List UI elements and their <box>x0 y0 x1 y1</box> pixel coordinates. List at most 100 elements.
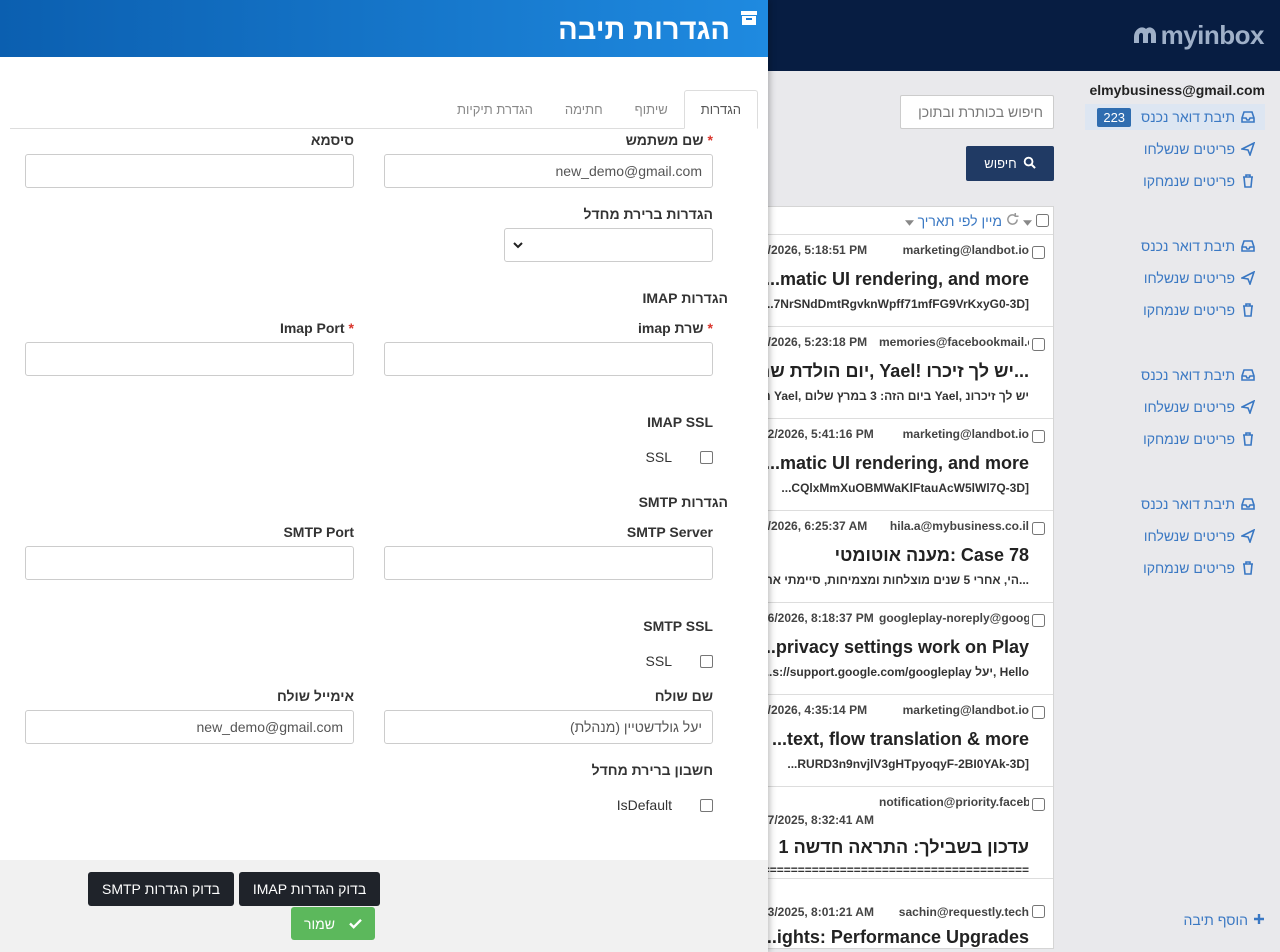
logo-icon <box>1133 27 1156 43</box>
message-preview: הי, אחרי 5 שנים מוצלחות ומצמיחות, סיימתי… <box>760 573 1029 587</box>
message-date: 13/2025, 8:01:21 AM <box>761 905 874 919</box>
message-preview: ...RURD3n9nvjlV3gHTpyoqyF-2BI0YAk-3D] <box>787 757 1029 771</box>
imap-section-title: הגדרות IMAP <box>642 290 728 306</box>
message-row[interactable]: hila.a@mybusiness.co.il 4/2026, 6:25:37 … <box>761 511 1053 603</box>
message-row[interactable]: marketing@landbot.io 12/2026, 5:41:16 PM… <box>761 419 1053 511</box>
folder-label: פריטים שנשלחו <box>1143 141 1235 157</box>
message-from: sachin@requestly.tech <box>898 905 1029 919</box>
search-input[interactable]: חיפוש בכותרת ובתוכן <box>900 95 1054 129</box>
sender-name-input[interactable]: יעל גולדשטיין (מנהלת) <box>384 710 713 744</box>
folder-label: פריטים שנמחקו <box>1143 173 1235 189</box>
test-smtp-button[interactable]: בדוק הגדרות SMTP <box>88 872 234 906</box>
tab-settings[interactable]: הגדרות <box>683 90 758 129</box>
folder-sent-1[interactable]: פריטים שנשלחו <box>1085 136 1265 162</box>
message-subject: מענה אוטומטי: Case 78 <box>834 545 1029 565</box>
smtp-port-input[interactable] <box>25 546 354 580</box>
folder-label: תיבת דואר נכנס <box>1141 496 1235 512</box>
search-button[interactable]: חיפוש <box>966 146 1054 181</box>
account-email: elmybusiness@gmail.com <box>1089 82 1266 98</box>
send-icon <box>1241 271 1255 285</box>
sort-by-date[interactable]: מיין לפי תאריך <box>918 213 1002 229</box>
folder-sent-3[interactable]: פריטים שנשלחו <box>1085 394 1265 420</box>
tab-folder-settings[interactable]: הגדרת תיקיות <box>441 90 549 129</box>
send-icon <box>1241 529 1255 543</box>
message-checkbox[interactable] <box>1032 246 1045 259</box>
message-row[interactable]: googleplay-noreply@google.com 26/2026, 8… <box>761 603 1053 695</box>
message-list: מיין לפי תאריך marketing@landbot.io 5/20… <box>760 206 1054 949</box>
search-button-label: חיפוש <box>984 156 1017 171</box>
message-subject: ...text, flow translation & more <box>771 729 1029 749</box>
app-logo[interactable]: myinbox <box>1132 18 1265 52</box>
message-preview: היי Yael, ביום הזה: 3 במרץ שלום Yael, יש… <box>761 389 1029 403</box>
message-row[interactable]: memories@facebookmail.com 2/2026, 5:23:1… <box>761 327 1053 419</box>
folder-label: פריטים שנשלחו <box>1143 399 1235 415</box>
message-subject: יום הולדת שמח, Yael! יש לך זיכרו... <box>761 361 1029 381</box>
imap-port-input[interactable] <box>25 342 354 376</box>
message-row[interactable]: notification@priority.facebook.com 17/20… <box>761 787 1053 879</box>
folder-trash-3[interactable]: פריטים שנמחקו <box>1085 426 1265 452</box>
test-imap-button[interactable]: בדוק הגדרות IMAP <box>239 872 380 906</box>
message-checkbox[interactable] <box>1032 706 1045 719</box>
message-date: 4/2026, 6:25:37 AM <box>761 519 868 533</box>
chevron-down-icon[interactable] <box>904 213 914 229</box>
trash-icon <box>1241 174 1255 188</box>
folder-trash-1[interactable]: פריטים שנמחקו <box>1085 168 1265 194</box>
folder-label: פריטים שנמחקו <box>1143 431 1235 447</box>
message-checkbox[interactable] <box>1032 798 1045 811</box>
folder-label: פריטים שנמחקו <box>1143 560 1235 576</box>
folder-trash-2[interactable]: פריטים שנמחקו <box>1085 297 1265 323</box>
message-row[interactable]: marketing@landbot.io 8/2026, 4:35:14 PM … <box>761 695 1053 787</box>
password-input[interactable] <box>25 154 354 188</box>
message-row[interactable]: marketing@landbot.io 5/2026, 5:18:51 PM … <box>761 235 1053 327</box>
folder-inbox-2[interactable]: תיבת דואר נכנס <box>1085 233 1265 259</box>
folder-inbox-3[interactable]: תיבת דואר נכנס <box>1085 362 1265 388</box>
imap-server-input[interactable] <box>384 342 713 376</box>
is-default-label: IsDefault <box>616 797 672 813</box>
inbox-icon <box>1241 110 1255 124</box>
add-folder-label: הוסף תיבה <box>1183 912 1248 928</box>
default-settings-select[interactable] <box>504 228 713 262</box>
folder-sent-4[interactable]: פריטים שנשלחו <box>1085 523 1265 549</box>
folder-inbox-4[interactable]: תיבת דואר נכנס <box>1085 491 1265 517</box>
list-toolbar: מיין לפי תאריך <box>761 207 1053 235</box>
smtp-ssl-checkbox[interactable] <box>700 654 713 668</box>
tab-sharing[interactable]: שיתוף <box>619 90 684 129</box>
smtp-server-input[interactable] <box>384 546 713 580</box>
send-icon <box>1241 400 1255 414</box>
is-default-checkbox[interactable] <box>700 798 713 812</box>
folder-inbox-1[interactable]: תיבת דואר נכנס 223 <box>1085 104 1265 130</box>
folder-sent-2[interactable]: פריטים שנשלחו <box>1085 265 1265 291</box>
message-subject: ...privacy settings work on Play <box>760 637 1029 657</box>
check-icon <box>349 916 362 932</box>
username-input[interactable]: new_demo@gmail.com <box>384 154 713 188</box>
trash-icon <box>1241 303 1255 317</box>
message-checkbox[interactable] <box>1032 430 1045 443</box>
modal-header: הגדרות תיבה <box>0 0 768 57</box>
imap-ssl-checkbox[interactable] <box>700 450 713 464</box>
sender-email-input[interactable]: new_demo@gmail.com <box>25 710 354 744</box>
message-row[interactable]: sachin@requestly.tech 13/2025, 8:01:21 A… <box>761 879 1053 948</box>
imap-ssl-row: SSL <box>646 449 713 465</box>
search-icon <box>1023 156 1036 172</box>
message-date: 12/2026, 5:41:16 PM <box>761 427 874 441</box>
chevron-down-icon[interactable] <box>1023 213 1032 229</box>
tab-signature[interactable]: חתימה <box>549 90 619 129</box>
message-checkbox[interactable] <box>1032 338 1045 351</box>
save-button[interactable]: שמור <box>291 907 375 940</box>
required-mark: * <box>707 132 713 148</box>
folder-label: תיבת דואר נכנס <box>1141 109 1235 125</box>
add-folder-link[interactable]: הוסף תיבה <box>1184 912 1265 928</box>
message-checkbox[interactable] <box>1032 522 1045 535</box>
select-all-checkbox[interactable] <box>1036 214 1049 227</box>
required-mark: * <box>348 320 354 336</box>
message-preview: ...7NrSNdDmtRgvknWpff71mfFG9VrKxyG0-3D] <box>763 297 1029 311</box>
smtp-server-label: SMTP Server <box>626 524 713 540</box>
inbox-icon <box>1241 368 1255 382</box>
message-checkbox[interactable] <box>1032 614 1045 627</box>
folder-label: פריטים שנשלחו <box>1143 270 1235 286</box>
inbox-icon <box>1241 239 1255 253</box>
refresh-icon[interactable] <box>1006 212 1019 229</box>
default-settings-label: הגדרות ברירת מחדל <box>583 206 713 222</box>
folder-trash-4[interactable]: פריטים שנמחקו <box>1085 555 1265 581</box>
message-checkbox[interactable] <box>1032 905 1045 918</box>
